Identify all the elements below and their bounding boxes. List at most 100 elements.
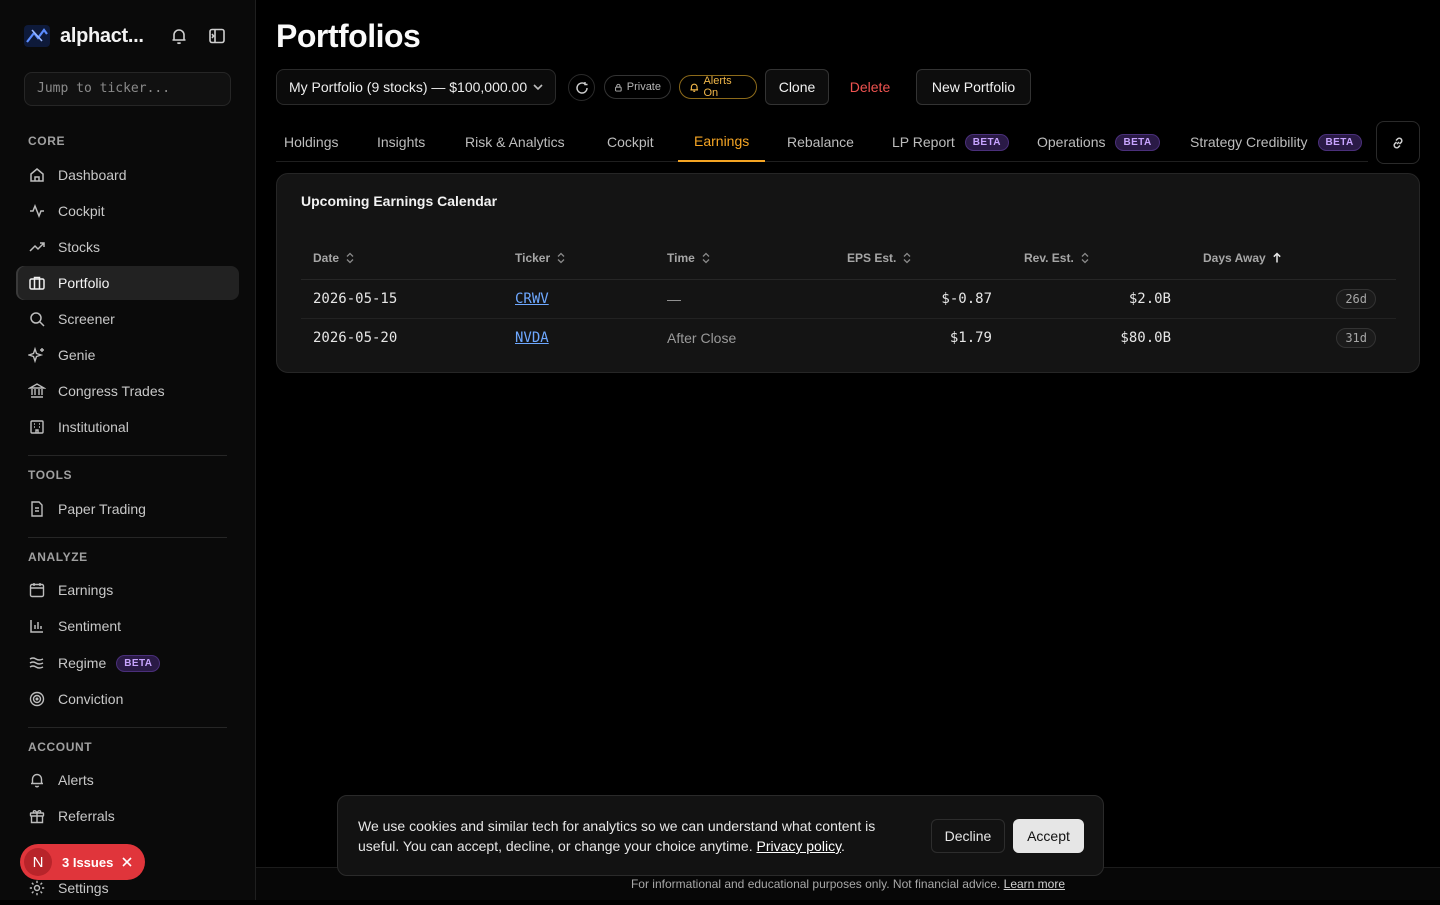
landmark-icon (28, 383, 46, 398)
days-away-badge: 26d (1336, 288, 1376, 309)
earnings-calendar-card: Upcoming Earnings Calendar Date Ticker T… (276, 173, 1420, 373)
beta-badge: BETA (1317, 133, 1362, 151)
accept-button[interactable]: Accept (1013, 819, 1084, 853)
nav-dashboard[interactable]: Dashboard (16, 158, 239, 192)
chevron-down-icon (533, 84, 543, 91)
divider (28, 537, 227, 538)
nav-regime[interactable]: Regime BETA (16, 646, 239, 680)
nav-label: Institutional (58, 419, 129, 435)
nav-alerts[interactable]: Alerts (16, 763, 239, 797)
brand-name: alphact... (60, 24, 144, 47)
tab-label: Strategy Credibility (1190, 134, 1308, 150)
nav-label: Conviction (58, 691, 124, 707)
sort-icon (557, 252, 565, 264)
divider (28, 455, 227, 456)
gift-icon (29, 810, 45, 824)
issues-avatar: N (24, 848, 52, 876)
close-icon[interactable] (121, 856, 133, 868)
section-tools: TOOLS (28, 468, 73, 482)
nav-screener[interactable]: Screener (16, 302, 239, 336)
briefcase-icon (29, 276, 45, 290)
column-ticker[interactable]: Ticker (503, 238, 655, 280)
learn-more-link[interactable]: Learn more (1004, 877, 1065, 891)
nav-paper-trading[interactable]: Paper Trading (16, 492, 239, 526)
ticker-link[interactable]: CRWV (515, 291, 549, 307)
card-title: Upcoming Earnings Calendar (301, 193, 498, 209)
bar-chart-icon (30, 620, 43, 633)
building-icon (30, 420, 44, 434)
jump-to-ticker-input[interactable]: Jump to ticker... (24, 72, 231, 106)
tab-operations[interactable]: Operations BETA (1021, 122, 1176, 162)
nav-earnings[interactable]: Earnings (16, 573, 239, 607)
collapse-sidebar-icon[interactable] (207, 26, 227, 46)
alerts-toggle[interactable]: Alerts On (679, 75, 757, 99)
tab-earnings[interactable]: Earnings (678, 122, 766, 162)
tab-insights[interactable]: Insights (361, 122, 441, 162)
delete-button[interactable]: Delete (836, 69, 904, 105)
share-link-button[interactable] (1376, 121, 1420, 164)
refresh-icon (575, 81, 588, 94)
column-label: Ticker (515, 251, 551, 266)
calendar-icon (29, 583, 45, 598)
tab-lp-report[interactable]: LP Report BETA (876, 122, 1025, 162)
nav-sentiment[interactable]: Sentiment (16, 609, 239, 643)
alerts-label: Alerts On (703, 75, 732, 99)
column-label: Time (667, 251, 695, 266)
cell-date: 2026-05-20 (313, 329, 398, 346)
brand[interactable]: alphact... (24, 22, 144, 50)
portfolio-select[interactable]: My Portfolio (9 stocks) — $100,000.00 (276, 69, 556, 105)
notifications-bell-icon[interactable] (169, 26, 189, 46)
table-row: 2026-05-15 CRWV — $-0.87 $2.0B 26d (301, 279, 1396, 319)
earnings-table: Date Ticker Time EPS Est. Rev. Est. Days… (301, 238, 1396, 357)
nav-label: Regime (58, 655, 107, 671)
column-label: EPS Est. (847, 251, 897, 266)
column-eps-est[interactable]: EPS Est. (835, 238, 1012, 280)
column-date[interactable]: Date (301, 238, 503, 280)
nav-institutional[interactable]: Institutional (16, 410, 239, 444)
column-time[interactable]: Time (655, 238, 835, 280)
column-rev-est[interactable]: Rev. Est. (1012, 238, 1191, 280)
tab-cockpit[interactable]: Cockpit (591, 122, 670, 162)
cell-rev: $2.0B (1012, 279, 1191, 319)
tab-rebalance[interactable]: Rebalance (771, 122, 870, 162)
days-away-badge: 31d (1336, 327, 1376, 348)
nav-conviction[interactable]: Conviction (16, 682, 239, 716)
decline-button[interactable]: Decline (931, 819, 1005, 853)
nav-genie[interactable]: Genie (16, 338, 239, 372)
disclaimer-text: For informational and educational purpos… (630, 877, 1001, 891)
table-row: 2026-05-20 NVDA After Close $1.79 $80.0B… (301, 318, 1396, 357)
trending-up-icon (29, 242, 45, 252)
link-icon (1393, 136, 1403, 149)
cell-eps: $-0.87 (835, 279, 1012, 319)
column-days-away[interactable]: Days Away (1191, 238, 1396, 280)
nav-portfolio[interactable]: Portfolio (16, 266, 239, 300)
column-label: Days Away (1203, 251, 1266, 266)
bell-icon (31, 773, 43, 788)
refresh-button[interactable] (568, 74, 595, 101)
issues-badge[interactable]: N 3 Issues (20, 844, 145, 880)
tab-risk-analytics[interactable]: Risk & Analytics (449, 122, 581, 162)
nav-label: Referrals (58, 808, 115, 824)
bell-icon (690, 83, 699, 92)
nav-referrals[interactable]: Referrals (16, 799, 239, 833)
cookie-banner: We use cookies and similar tech for anal… (337, 795, 1104, 876)
beta-badge: BETA (964, 133, 1009, 151)
tab-holdings[interactable]: Holdings (268, 122, 354, 162)
nav-label: Dashboard (58, 167, 127, 183)
nav-cockpit[interactable]: Cockpit (16, 194, 239, 228)
target-icon (29, 691, 45, 707)
sort-icon (903, 252, 911, 264)
cell-eps: $1.79 (949, 329, 992, 346)
column-label: Date (313, 251, 340, 266)
clone-button[interactable]: Clone (765, 69, 829, 105)
ticker-link[interactable]: NVDA (515, 330, 549, 346)
tab-strategy-credibility[interactable]: Strategy Credibility BETA (1174, 122, 1378, 162)
beta-badge: BETA (116, 654, 161, 672)
new-portfolio-button[interactable]: New Portfolio (916, 69, 1031, 105)
section-account: ACCOUNT (28, 740, 93, 754)
private-toggle[interactable]: Private (604, 75, 671, 99)
issues-label: 3 Issues (62, 854, 114, 870)
nav-congress-trades[interactable]: Congress Trades (16, 374, 239, 408)
nav-stocks[interactable]: Stocks (16, 230, 239, 264)
privacy-policy-link[interactable]: Privacy policy (756, 838, 841, 854)
